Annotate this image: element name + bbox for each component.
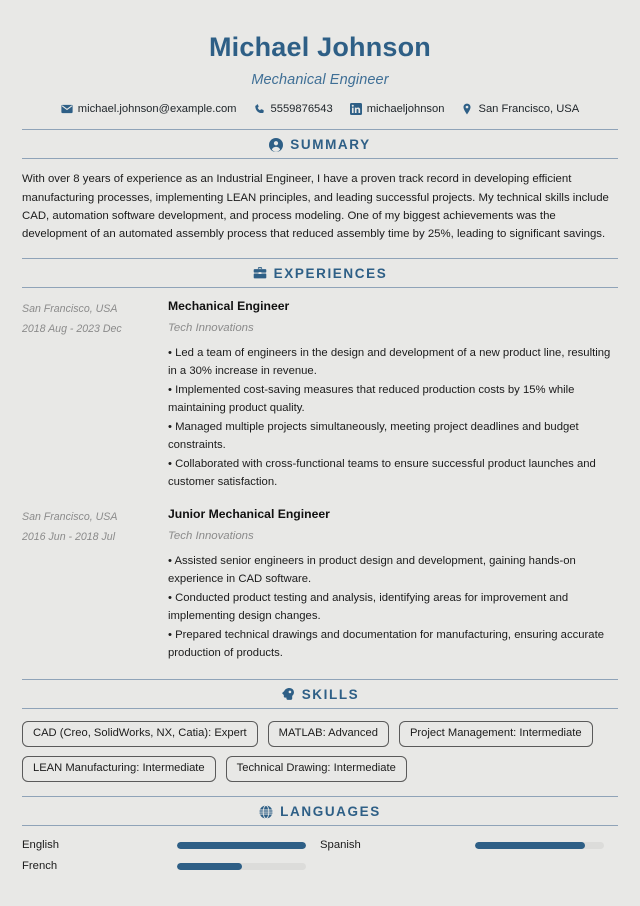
experience-dates: 2018 Aug - 2023 Dec <box>22 322 122 335</box>
section-experiences: EXPERIENCES San Francisco, USA 2018 Aug … <box>22 257 618 664</box>
experience-main: Mechanical Engineer Tech Innovations • L… <box>168 299 618 492</box>
experience-meta: San Francisco, USA 2018 Aug - 2023 Dec <box>22 299 168 339</box>
language-level-track <box>475 841 604 849</box>
skill-chip[interactable]: LEAN Manufacturing: Intermediate <box>22 755 216 783</box>
email-icon <box>61 103 73 115</box>
contact-linkedin[interactable]: michaeljohnson <box>349 103 445 116</box>
resume-header: Michael Johnson Mechanical Engineer mich… <box>22 0 618 116</box>
experience-list: San Francisco, USA 2018 Aug - 2023 Dec M… <box>22 299 618 664</box>
section-summary: SUMMARY With over 8 years of experience … <box>22 129 618 244</box>
contact-email-text: michael.johnson@example.com <box>77 103 237 116</box>
experience-bullet: • Led a team of engineers in the design … <box>168 346 611 377</box>
experience-bullet: • Conducted product testing and analysis… <box>168 592 569 623</box>
languages-title: LANGUAGES <box>280 804 381 820</box>
skill-chip[interactable]: CAD (Creo, SolidWorks, NX, Catia): Exper… <box>22 720 258 747</box>
experience-main: Junior Mechanical Engineer Tech Innovati… <box>168 507 618 663</box>
experience-bullets: • Led a team of engineers in the design … <box>168 344 618 492</box>
experience-location: San Francisco, USA <box>22 302 118 315</box>
experience-bullet: • Implemented cost-saving measures that … <box>168 383 575 414</box>
experience-dates: 2016 Jun - 2018 Jul <box>22 530 116 543</box>
skills-list: CAD (Creo, SolidWorks, NX, Catia): Exper… <box>22 720 618 783</box>
contact-linkedin-text: michaeljohnson <box>366 103 445 116</box>
candidate-name: Michael Johnson <box>208 32 432 62</box>
contact-email[interactable]: michael.johnson@example.com <box>61 103 237 115</box>
contact-phone[interactable]: 5559876543 <box>254 103 333 115</box>
language-level-fill <box>177 862 242 870</box>
skills-title: SKILLS <box>301 686 360 702</box>
language-item-french: French <box>22 860 320 872</box>
experience-location: San Francisco, USA <box>22 511 118 524</box>
summary-title: SUMMARY <box>290 137 371 153</box>
language-item-spanish: Spanish <box>320 839 618 851</box>
contact-location[interactable]: San Francisco, USA <box>461 103 579 115</box>
language-level-track <box>177 841 306 849</box>
experience-company: Tech Innovations <box>168 321 254 334</box>
experiences-title: EXPERIENCES <box>273 265 388 281</box>
languages-list: English Spanish French <box>22 839 618 872</box>
experience-bullet: • Collaborated with cross-functional tea… <box>168 458 596 489</box>
candidate-job-title: Mechanical Engineer <box>251 72 389 89</box>
experience-role: Mechanical Engineer <box>168 298 290 313</box>
skill-chip[interactable]: MATLAB: Advanced <box>267 720 389 747</box>
person-circle-icon <box>269 137 284 152</box>
language-level-track <box>177 862 306 870</box>
globe-icon <box>259 804 273 819</box>
experience-role: Junior Mechanical Engineer <box>168 507 330 522</box>
language-name: French <box>22 860 58 873</box>
language-name: English <box>22 839 60 852</box>
skill-chip[interactable]: Project Management: Intermediate <box>398 720 593 747</box>
head-brain-icon <box>281 687 295 701</box>
experiences-header: EXPERIENCES <box>22 257 618 288</box>
contact-row: michael.johnson@example.com 5559876543 m… <box>22 103 618 116</box>
experience-company: Tech Innovations <box>168 530 254 543</box>
contact-location-text: San Francisco, USA <box>478 103 580 116</box>
experience-bullet: • Managed multiple projects simultaneous… <box>168 421 579 452</box>
language-level-fill <box>177 841 306 849</box>
experience-bullet: • Prepared technical drawings and docume… <box>168 629 605 660</box>
skill-chip[interactable]: Technical Drawing: Intermediate <box>225 755 407 783</box>
summary-header: SUMMARY <box>22 129 618 160</box>
phone-icon <box>254 103 266 115</box>
experience-item: San Francisco, USA 2018 Aug - 2023 Dec M… <box>22 299 618 492</box>
contact-phone-text: 5559876543 <box>270 103 333 116</box>
language-name: Spanish <box>320 839 361 852</box>
experience-item: San Francisco, USA 2016 Jun - 2018 Jul J… <box>22 507 618 663</box>
resume-page: Michael Johnson Mechanical Engineer mich… <box>0 0 640 906</box>
languages-header: LANGUAGES <box>22 796 618 827</box>
experience-meta: San Francisco, USA 2016 Jun - 2018 Jul <box>22 507 168 547</box>
language-item-english: English <box>22 839 320 851</box>
language-level-fill <box>475 841 585 849</box>
briefcase-icon <box>253 266 267 280</box>
section-skills: SKILLS CAD (Creo, SolidWorks, NX, Catia)… <box>22 678 618 783</box>
skills-header: SKILLS <box>22 678 618 709</box>
location-pin-icon <box>461 103 473 115</box>
summary-text: With over 8 years of experience as an In… <box>22 173 609 241</box>
section-languages: LANGUAGES English Spanish French <box>22 796 618 872</box>
experience-bullets: • Assisted senior engineers in product d… <box>168 552 618 662</box>
experience-bullet: • Assisted senior engineers in product d… <box>168 555 576 586</box>
linkedin-icon <box>349 103 362 116</box>
